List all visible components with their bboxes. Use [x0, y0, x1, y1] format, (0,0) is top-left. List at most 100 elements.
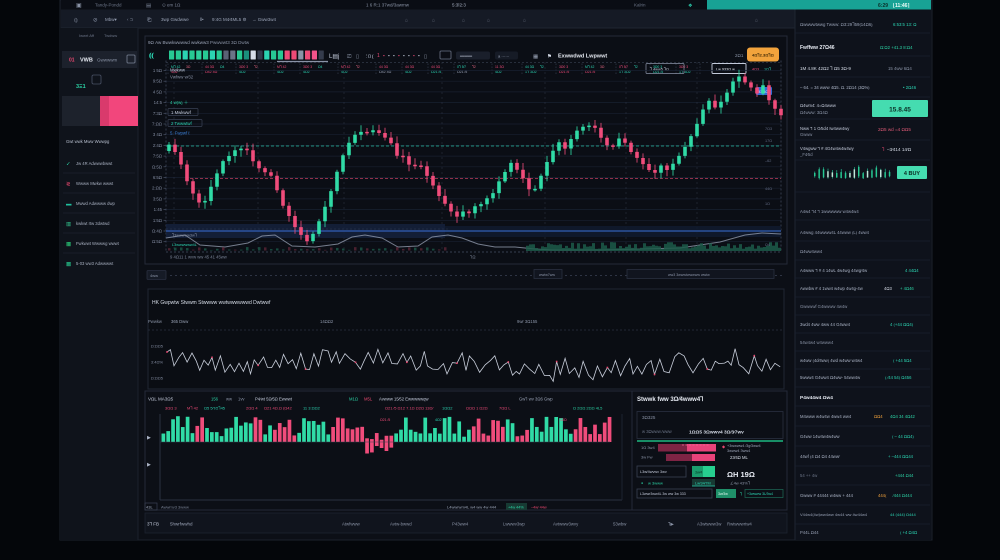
svg-text:Gw⅂ wv 3Ω6 Gwp: Gw⅂ wv 3Ω6 Gwp [519, 397, 553, 402]
svg-text:14ΩΩ2: 14ΩΩ2 [320, 319, 334, 324]
svg-text:Mwkww: Mwkww [170, 68, 186, 73]
svg-text:⌂: ⌂ [405, 18, 408, 24]
svg-text:L3wwwwww4L: L3wwwwww4L [172, 243, 197, 247]
svg-text:3w⁄3w: 3w⁄3w [718, 492, 728, 496]
svg-text:▤: ▤ [146, 3, 152, 9]
svg-text:→ Gww3w4: → Gww3w4 [252, 17, 277, 22]
svg-text:kwkwt rtw 3dwtwd: kwkwt rtw 3dwtwd [76, 221, 110, 226]
svg-text:P43ww4: P43ww4 [452, 522, 469, 527]
svg-text:0⅂ 5⁄7: 0⅂ 5⁄7 [457, 65, 466, 69]
svg-text:Ω4ww4ww4: Ω4ww4ww4 [800, 249, 823, 254]
svg-text:⫶▯⦅: ⫶▯⦅ [366, 53, 374, 60]
svg-text:17Ω: 17Ω [765, 139, 772, 143]
svg-text:Gwwwwf G4wwww 4w4w: Gwwwwf G4wwww 4w4w [800, 304, 848, 309]
svg-text:3ΩΩ 3: 3ΩΩ 3 [165, 406, 177, 411]
svg-text:Ω 2ΩΩ 2ΩΩ 4L5: Ω 2ΩΩ 2ΩΩ 4L5 [573, 406, 603, 411]
svg-text:⅂: ⅂ [882, 147, 885, 152]
svg-text:Exwwdwd Lwpwwt: Exwwdwd Lwpwwt [558, 54, 607, 60]
svg-text:●: ● [641, 481, 643, 485]
svg-text:M4www w4w4w 4ww4 ww4: M4www w4w4w 4ww4 ww4 [800, 414, 852, 419]
svg-text:M⅂ 42: M⅂ 42 [585, 65, 595, 69]
svg-text:⦅ +44 5Ω4: ⦅ +44 5Ω4 [893, 358, 912, 363]
svg-text:1Ω⅂: 1Ω⅂ [764, 68, 771, 72]
svg-text:Ω4www: 3Ω4Ω: Ω4www: 3Ω4Ω [800, 110, 828, 115]
svg-text:⅂Ω: ⅂Ω [470, 255, 475, 260]
svg-text:ww: ww [226, 397, 233, 402]
svg-text:Gwww # 44444 w4ww + 444: Gwww # 44444 w4ww + 444 [800, 493, 854, 498]
svg-text:Stwwk fww 3Ω⁄4www4⅂: Stwwk fww 3Ω⁄4www4⅂ [637, 396, 704, 403]
svg-text:Twdww: Twdww [104, 33, 117, 38]
svg-text:a ⋯⋯: a ⋯⋯ [498, 54, 509, 59]
svg-text:▣: ▣ [76, 3, 82, 9]
svg-text:Lw⁄34⁄7M: Lw⁄34⁄7M [695, 482, 711, 486]
svg-text:Ω:Ω2 +41.3 8:Ω4: Ω:Ω2 +41.3 8:Ω4 [880, 45, 913, 50]
svg-text:Wwww Mwkw wwwt: Wwww Mwkw wwwt [76, 181, 114, 186]
svg-text:2:ΩΩ: 2:ΩΩ [152, 186, 163, 191]
svg-text:‹ ⊃: ‹ ⊃ [127, 17, 134, 22]
svg-text:━━━━━: ━━━━━ [459, 54, 473, 59]
svg-text:A4www ⅂ # 4 14wL 4w4wg 44wg⁄4w: A4www ⅂ # 4 14wL 4w4wg 44wg⁄4w [800, 268, 868, 273]
svg-text:4 44Ω4: 4 44Ω4 [905, 268, 919, 273]
svg-text:Ω:ΩΩ5: Ω:ΩΩ5 [151, 376, 164, 381]
svg-text:Avtwww3wvy: Avtwww3wvy [553, 522, 579, 527]
svg-text:9 4Ω11 1 wvw ww 45 41 45ww: 9 4Ω11 1 wvw ww 45 41 45ww [170, 255, 228, 260]
svg-text:0⅂ 5⁄7: 0⅂ 5⁄7 [619, 65, 628, 69]
svg-text:Ω5 5⁄7⁄2⅂45: Ω5 5⁄7⁄2⅂45 [204, 406, 226, 411]
svg-text:1Ω 3w4: 1Ω 3w4 [641, 445, 655, 450]
svg-text:–62: –62 [765, 159, 771, 163]
svg-text:4 BUY: 4 BUY [904, 171, 921, 177]
svg-text:⌂: ⌂ [755, 18, 758, 24]
svg-text:6:53:5 13: Ω: 6:53:5 13: Ω [893, 22, 917, 27]
svg-text:Rwtwwwrtw4: Rwtwwwrtw4 [727, 522, 752, 527]
svg-text:Awwbw # 4 1ww4 w4wp 4w4g-4w: Awwbw # 4 1ww4 w4wp 4w4g-4w [800, 286, 864, 291]
svg-text:Mwwd Adwwww dwp: Mwwd Adwwww dwp [76, 201, 116, 206]
svg-text:54w4w4 w4www4: 54w4w4 w4www4 [800, 340, 834, 345]
svg-text:≷: ≷ [66, 181, 71, 188]
svg-text:ΩΩΩ 1 Ω2Ω: ΩΩΩ 1 Ω2Ω [466, 406, 488, 411]
svg-text:Avwww 15⁄52 Ewwwwwqw: Avwww 15⁄52 Ewwwwwqw [379, 397, 429, 402]
svg-text:15.8.45: 15.8.45 [889, 107, 911, 114]
svg-text:11 3Ω: 11 3Ω [495, 65, 504, 69]
svg-text:3Ω0 3: 3Ω0 3 [303, 65, 312, 69]
svg-text:3Ω325: 3Ω325 [642, 415, 656, 420]
svg-text:11 3:ΩΩ2: 11 3:ΩΩ2 [303, 406, 321, 411]
svg-text:Gwt wwk Mww Wwwpg: Gwt wwk Mww Wwwpg [66, 139, 110, 144]
svg-text:• 2Ω46: • 2Ω46 [903, 85, 917, 90]
svg-text:⅂2: ⅂2 [254, 65, 258, 69]
svg-text:13Ω: 13Ω [560, 418, 567, 422]
svg-text:Ω21 4Ω.Ω ⦅Ω42: Ω21 4Ω.Ω ⦅Ω42 [264, 406, 293, 411]
svg-text:+3wwww 3L⁄3w4: +3wwww 3L⁄3w4 [747, 492, 773, 496]
svg-text:+3wwww4 ⁄3g⁄3ww4: +3wwww4 ⁄3g⁄3ww4 [727, 444, 761, 448]
svg-text:7Ω3: 7Ω3 [765, 127, 772, 131]
svg-text:1vv: 1vv [238, 397, 245, 402]
svg-text:Pwwwwt3 3Ω Dwtw: Pwwwwt3 3Ω Dwtw [210, 40, 250, 45]
svg-text:Ω:4Ω: Ω:4Ω [152, 229, 163, 234]
svg-text:3:4Ω%: 3:4Ω% [151, 360, 164, 365]
svg-text:ww3 3wwwtwwwww wwtw: ww3 3wwwtwwwww wwtw [668, 273, 710, 277]
svg-text:5. Fwpwf ℓ: 5. Fwpwf ℓ [170, 131, 190, 136]
svg-text:14:5: 14:5 [154, 100, 163, 105]
svg-text:1M 4.8K 42Ω2 ⅂ Ω5 3Ω-9: 1M 4.8K 42Ω2 ⅂ Ω5 3Ω-9 [800, 66, 851, 71]
svg-text:⁄444 Ω444: ⁄444 Ω444 [892, 493, 913, 498]
svg-text:Kalrin: Kalrin [634, 3, 646, 8]
svg-text:w 3Ωwww ⁄www: w 3Ωwww ⁄www [642, 429, 673, 434]
svg-text:⅂2: ⅂2 [634, 65, 638, 69]
svg-text:+444 Ω44: +444 Ω44 [895, 473, 914, 478]
svg-text:⦀•: ⦀• [200, 17, 204, 22]
svg-text:4Ω2: 4Ω2 [435, 418, 442, 422]
svg-text:156: 156 [211, 397, 219, 402]
svg-text:VΩL MA3Ω5: VΩL MA3Ω5 [148, 397, 174, 402]
svg-text:4Ω⅂2.3Ω⅂Ω: 4Ω⅂2.3Ω⅂Ω [752, 53, 775, 58]
svg-text:⌂: ⌂ [462, 18, 465, 24]
svg-text:⦅ +4 Ω4Ω: ⦅ +4 Ω4Ω [900, 530, 917, 535]
svg-text:⅂: ⅂ [740, 492, 742, 497]
svg-text:4 w⦅w⦆ ＋: 4 w⦅w⦆ ＋ [170, 100, 188, 105]
svg-text:Iwwrt Aff: Iwwrt Aff [79, 33, 95, 38]
svg-text:HK Gwpwtw Stwwm Stwwww wwtwww: HK Gwpwtw Stwwm Stwwww wwtwwwwwwd Dwtwwf [152, 300, 271, 306]
svg-text:9Ω Aw Bwwkwwwwd wwkww3: 9Ω Aw Bwwkwwwwd wwkww3 [148, 40, 209, 45]
svg-text:44 3Ω: 44 3Ω [205, 65, 215, 69]
svg-text:Avtw-bwwd: Avtw-bwwd [390, 522, 412, 527]
svg-text:Lw 933Ω w: Lw 933Ω w [716, 68, 735, 72]
svg-text:3www4 3ww4: 3www4 3ww4 [727, 449, 750, 453]
svg-text:⊘: ⊘ [93, 18, 98, 24]
